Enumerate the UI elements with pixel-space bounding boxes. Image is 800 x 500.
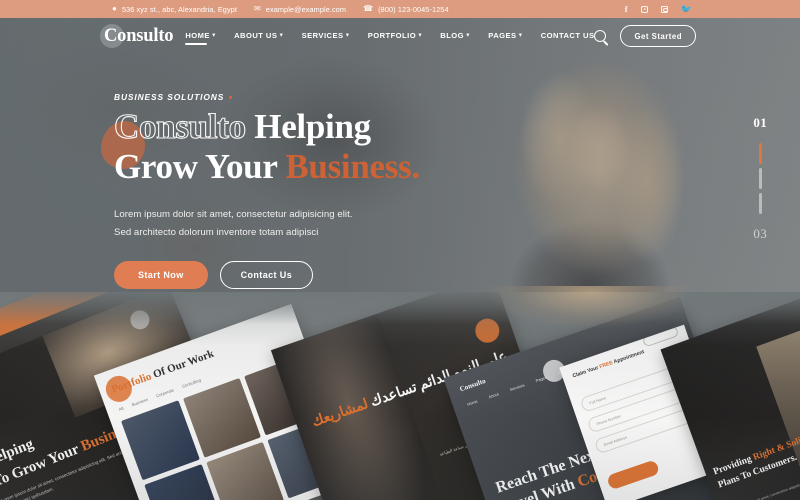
eyebrow-dot-icon <box>229 95 233 99</box>
phone-icon: ☎ <box>363 4 374 13</box>
mockup6-title: Providing Right & Solid Plans To Custome… <box>712 427 800 493</box>
mockup5-title-pre: Claim Your <box>571 364 601 380</box>
get-started-button[interactable]: Get Started <box>620 25 696 47</box>
instagram-icon[interactable] <box>660 5 668 13</box>
mockup5-title-post: Appointment <box>611 349 646 366</box>
nav-item-about-us[interactable]: ABOUT US ▾ <box>234 31 283 41</box>
mockup4-logo: Consulto <box>458 376 487 394</box>
nav-item-services[interactable]: SERVICES ▾ <box>302 31 350 41</box>
logo-text: Consulto <box>104 25 174 46</box>
nav-actions: Get Started <box>594 25 696 47</box>
hero-title-accent: Business. <box>285 147 420 187</box>
hero-title-outline: Consulto <box>113 106 246 146</box>
mockup4-nav-item: Home <box>466 398 479 407</box>
chevron-down-icon: ▾ <box>345 32 350 39</box>
envelope-icon: ✉ <box>253 4 261 13</box>
slide-bar-3[interactable] <box>758 193 762 214</box>
mockup4-nav-item: About <box>487 391 500 400</box>
hero-eyebrow: BUSINESS SOLUTIONS <box>114 92 420 102</box>
twitter-icon[interactable]: 🐦 <box>681 4 692 14</box>
slide-progress-bars <box>758 143 762 214</box>
nav-label: CONTACT US <box>540 31 595 40</box>
email-item[interactable]: ✉ example@example.com <box>254 5 346 14</box>
nav-label: SERVICES <box>301 31 344 40</box>
chevron-down-icon: ▾ <box>279 32 284 39</box>
address-text: 536 xyz st., abc, Alexandria, Egypt <box>121 4 237 14</box>
hero-paragraph-line1: Lorem ipsum dolor sit amet, consectetur … <box>114 208 353 220</box>
search-icon[interactable] <box>594 30 607 42</box>
hero-title-line1: Helping <box>254 107 371 146</box>
hero-paragraph: Lorem ipsum dolor sit amet, consectetur … <box>114 206 420 243</box>
nav-item-portfolio[interactable]: PORTFOLIO ▾ <box>368 31 422 41</box>
email-text: example@example.com <box>265 4 347 14</box>
social-links: f 🐦 <box>625 4 692 14</box>
slide-total-number: 03 <box>753 226 767 241</box>
hero-paragraph-line2: Sed architecto dolorum inventore totam a… <box>114 227 319 239</box>
logo[interactable]: Consulto <box>100 23 179 49</box>
chevron-down-icon: ▾ <box>519 32 523 39</box>
mockup2-tab: Corporate <box>155 387 175 399</box>
slider-pagination: 01 03 <box>753 115 767 242</box>
chevron-down-icon: ▾ <box>212 32 216 39</box>
chevron-down-icon: ▾ <box>418 32 422 39</box>
mockup5-field-label: Phone Number <box>595 413 622 426</box>
mockup3-logo-circle <box>472 315 503 346</box>
nav-label: ABOUT US <box>234 31 278 40</box>
phone-text: (800) 123-0045-1254 <box>378 4 449 14</box>
location-pin-icon: ● <box>112 4 117 13</box>
slide-bar-1[interactable] <box>758 143 762 164</box>
hero-buttons: Start Now Contact Us <box>114 260 420 289</box>
mockup2-tab: Consulting <box>181 377 202 389</box>
template-preview-collage: Helping To Grow Your Business. Lorem ips… <box>0 292 800 500</box>
phone-item[interactable]: ☎ (800) 123-0045-1254 <box>363 5 449 14</box>
mockup2-tab: Business <box>130 396 149 408</box>
nav-label: HOME <box>185 31 210 40</box>
mockup5-submit-button <box>606 459 661 491</box>
nav-item-home[interactable]: HOME ▾ <box>185 31 216 45</box>
hero-title: Consulto Helping Grow Your Business. <box>101 106 420 188</box>
hero-eyebrow-text: BUSINESS SOLUTIONS <box>114 92 225 102</box>
main-navigation: Consulto HOME ▾ ABOUT US ▾ SERVICES ▾ PO… <box>0 18 800 54</box>
contact-us-button[interactable]: Contact Us <box>219 260 314 289</box>
hero-title-line2a: Grow Your <box>114 147 277 187</box>
facebook-icon[interactable]: f <box>625 5 628 14</box>
youtube-icon[interactable] <box>640 5 648 13</box>
mockup5-field-label: Email Address <box>603 434 628 447</box>
nav-menu: HOME ▾ ABOUT US ▾ SERVICES ▾ PORTFOLIO ▾… <box>185 31 595 45</box>
chevron-down-icon: ▾ <box>466 32 470 39</box>
slide-current-number: 01 <box>753 115 767 130</box>
nav-label: BLOG <box>440 31 465 40</box>
top-contact-bar: ● 536 xyz st., abc, Alexandria, Egypt ✉ … <box>0 0 800 18</box>
mockup4-nav-item: Services <box>509 382 526 393</box>
hero-content: BUSINESS SOLUTIONS Consulto Helping Grow… <box>101 92 420 289</box>
nav-label: PORTFOLIO <box>367 31 417 40</box>
top-contact-info: ● 536 xyz st., abc, Alexandria, Egypt ✉ … <box>112 5 449 14</box>
mockup2-tab: All <box>118 405 125 412</box>
mockup2-heading-rest: Of Our Work <box>148 347 216 382</box>
start-now-button[interactable]: Start Now <box>114 260 208 289</box>
slide-bar-2[interactable] <box>758 168 762 189</box>
nav-item-contact-us[interactable]: CONTACT US <box>541 31 595 41</box>
nav-label: PAGES <box>488 31 517 40</box>
nav-item-pages[interactable]: PAGES ▾ <box>488 31 522 41</box>
mockup5-field-label: Full Name <box>588 395 607 406</box>
address-item: ● 536 xyz st., abc, Alexandria, Egypt <box>112 5 237 14</box>
nav-item-blog[interactable]: BLOG ▾ <box>440 31 469 41</box>
